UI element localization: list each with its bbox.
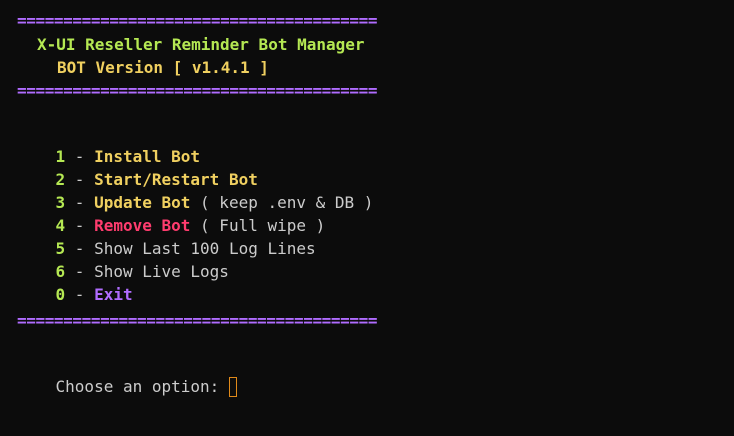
menu-item-number: 0 <box>55 285 66 304</box>
header-separator-top: ======================================= <box>17 11 378 30</box>
version-label: BOT Version [ v1.4.1 ] <box>57 58 269 77</box>
menu-item-exit: 0 - Exit <box>17 265 133 304</box>
menu-item-show-live-logs: 6 - Show Live Logs <box>17 242 229 281</box>
menu-item-remove: 4 - Remove Bot ( Full wipe ) <box>17 196 326 235</box>
terminal-window[interactable]: ======================================= … <box>0 0 734 436</box>
header-separator-bottom: ======================================= <box>17 81 378 100</box>
menu-item-show-last-logs: 5 - Show Last 100 Log Lines <box>17 219 316 258</box>
prompt-line[interactable]: Choose an option: <box>17 357 238 397</box>
menu-item-update: 3 - Update Bot ( keep .env & DB ) <box>17 173 374 212</box>
text-cursor[interactable] <box>229 377 238 397</box>
prompt-label: Choose an option: <box>55 377 220 396</box>
menu-item-label: Exit <box>94 285 133 304</box>
footer-separator: ======================================= <box>17 311 378 330</box>
menu-item-dash: - <box>65 285 95 304</box>
menu-item-start-restart: 2 - Start/Restart Bot <box>17 150 258 189</box>
menu-item-install: 1 - Install Bot <box>17 127 201 166</box>
app-title: X-UI Reseller Reminder Bot Manager <box>37 35 365 54</box>
